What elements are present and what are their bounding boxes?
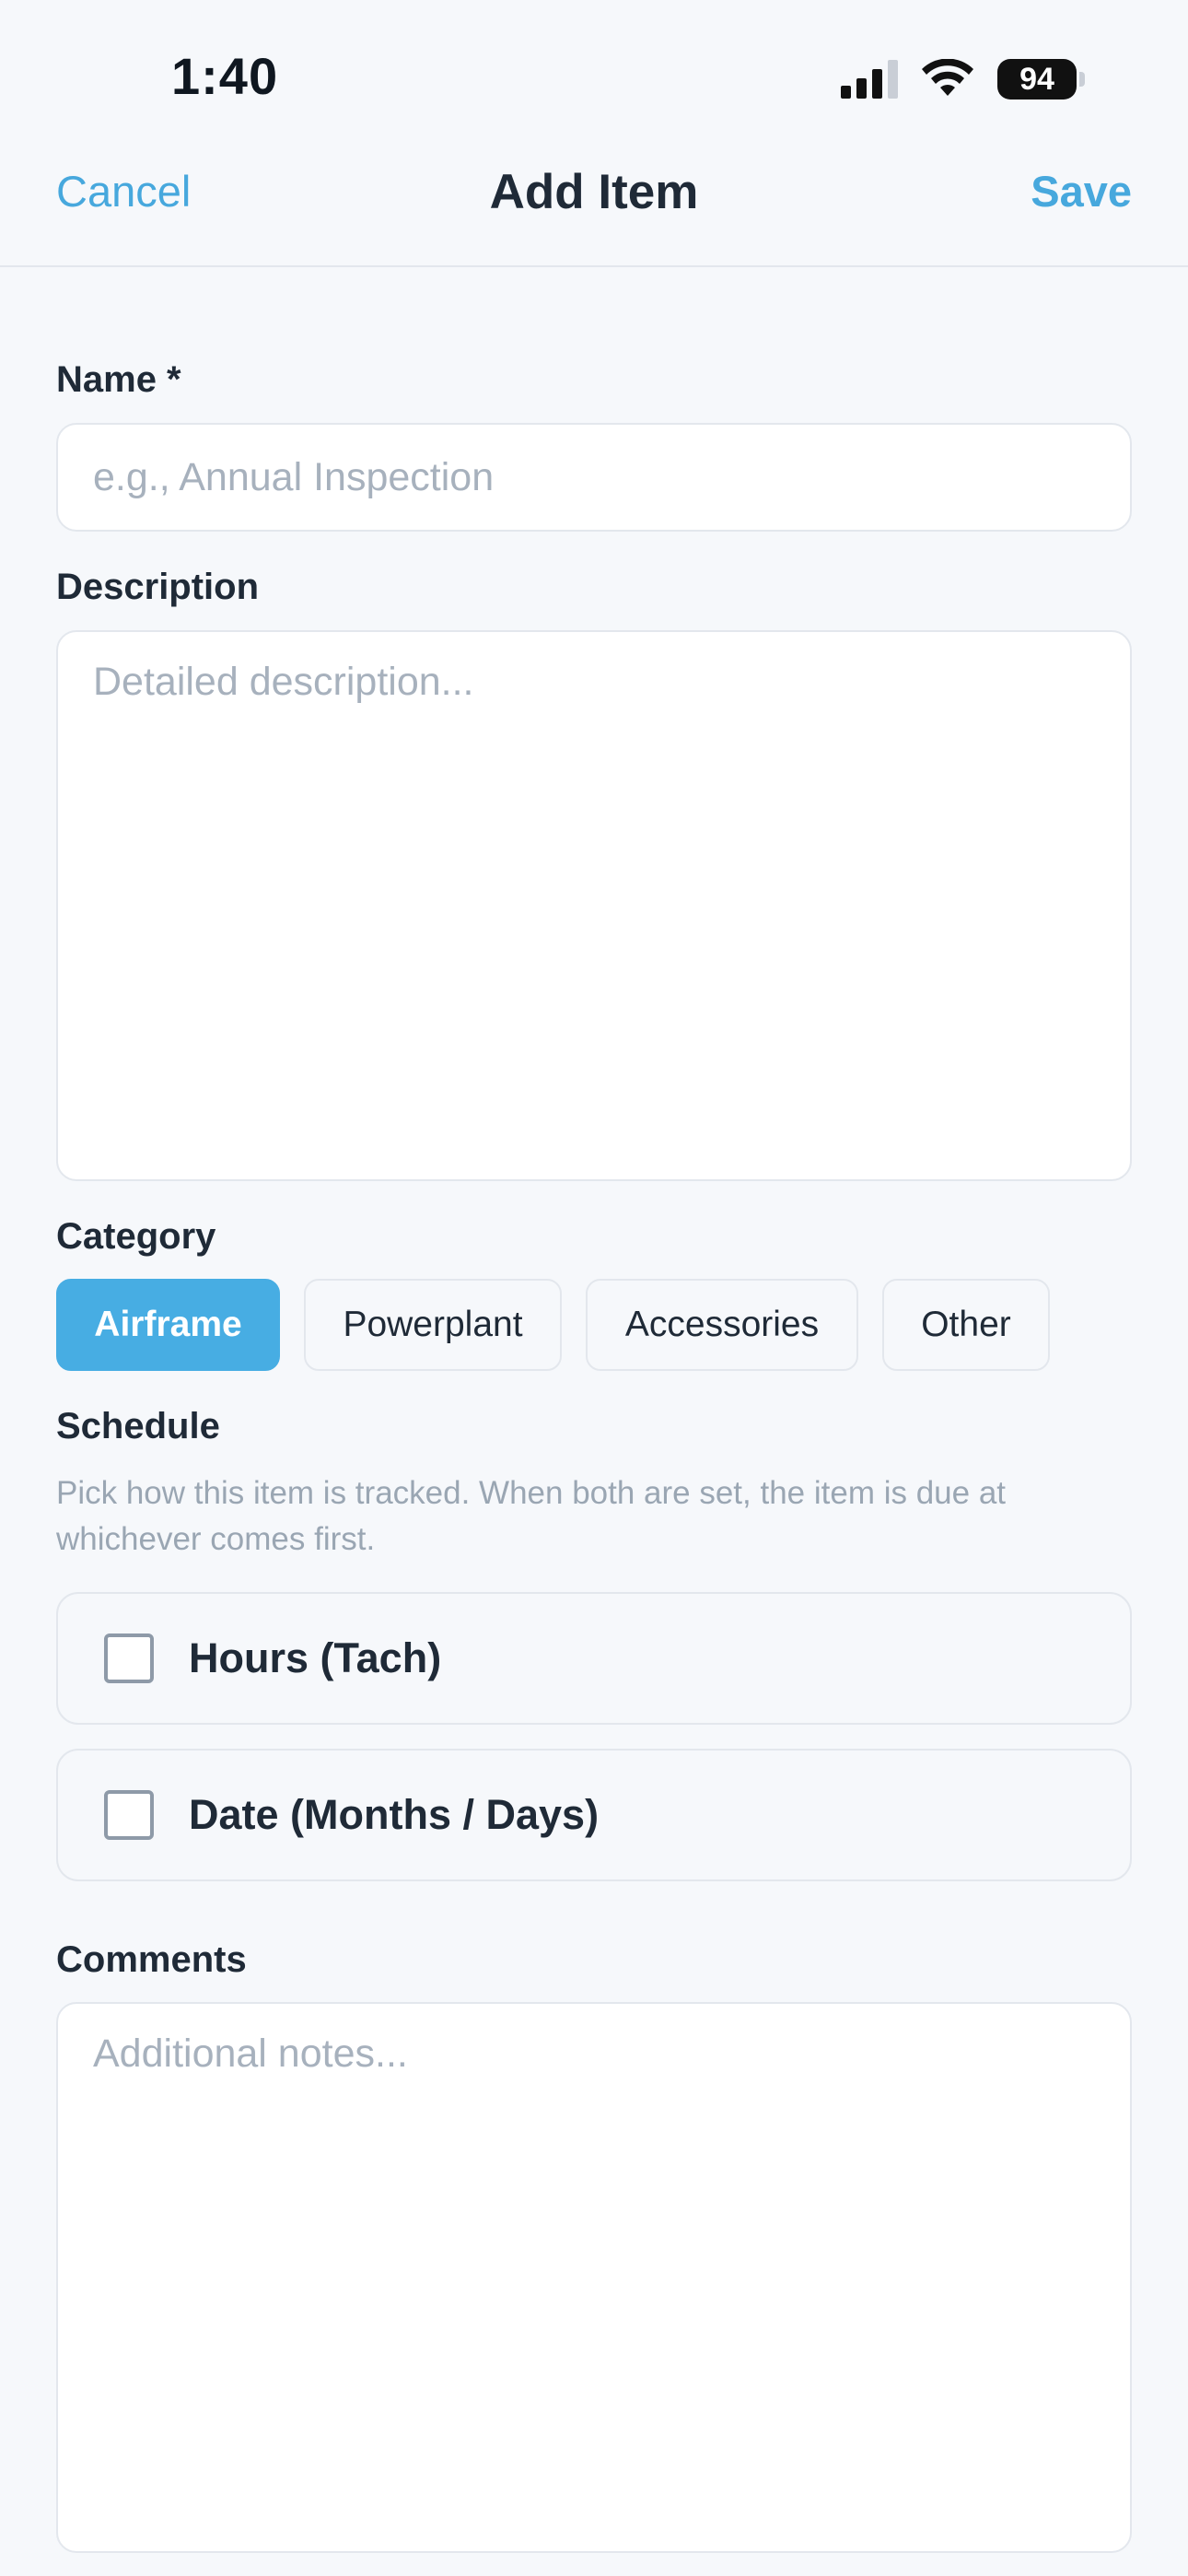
category-chip-airframe[interactable]: Airframe (56, 1279, 280, 1371)
category-chip-accessories[interactable]: Accessories (586, 1279, 858, 1371)
signal-icon (841, 60, 898, 99)
name-input[interactable] (56, 423, 1132, 532)
description-label: Description (56, 567, 260, 607)
battery-tip (1079, 72, 1085, 87)
battery-level: 94 (997, 59, 1077, 100)
schedule-option-hours[interactable]: Hours (Tach) (56, 1592, 1132, 1725)
schedule-helper-text: Pick how this item is tracked. When both… (56, 1475, 1007, 1557)
battery-icon: 94 (997, 59, 1085, 100)
category-label: Category (56, 1216, 216, 1257)
date-checkbox[interactable] (104, 1790, 154, 1840)
date-option-label: Date (Months / Days) (189, 1791, 600, 1838)
schedule-option-date[interactable]: Date (Months / Days) (56, 1749, 1132, 1881)
category-chip-other[interactable]: Other (882, 1279, 1050, 1371)
category-chips: Airframe Powerplant Accessories Other (56, 1279, 1050, 1371)
status-time: 1:40 (171, 47, 279, 105)
page-title: Add Item (489, 165, 699, 219)
status-icons: 94 (841, 59, 1085, 100)
comments-input[interactable] (56, 2002, 1132, 2553)
wifi-icon (922, 59, 973, 96)
hours-checkbox[interactable] (104, 1633, 154, 1683)
status-bar: 1:40 94 (0, 0, 1188, 147)
schedule-label: Schedule (56, 1406, 220, 1446)
name-label: Name * (56, 359, 181, 400)
hours-option-label: Hours (Tach) (189, 1634, 442, 1681)
description-input[interactable] (56, 630, 1132, 1181)
category-chip-powerplant[interactable]: Powerplant (304, 1279, 562, 1371)
save-button[interactable]: Save (1031, 166, 1132, 217)
comments-label: Comments (56, 1939, 247, 1980)
nav-bar: Cancel Add Item Save (0, 147, 1188, 267)
